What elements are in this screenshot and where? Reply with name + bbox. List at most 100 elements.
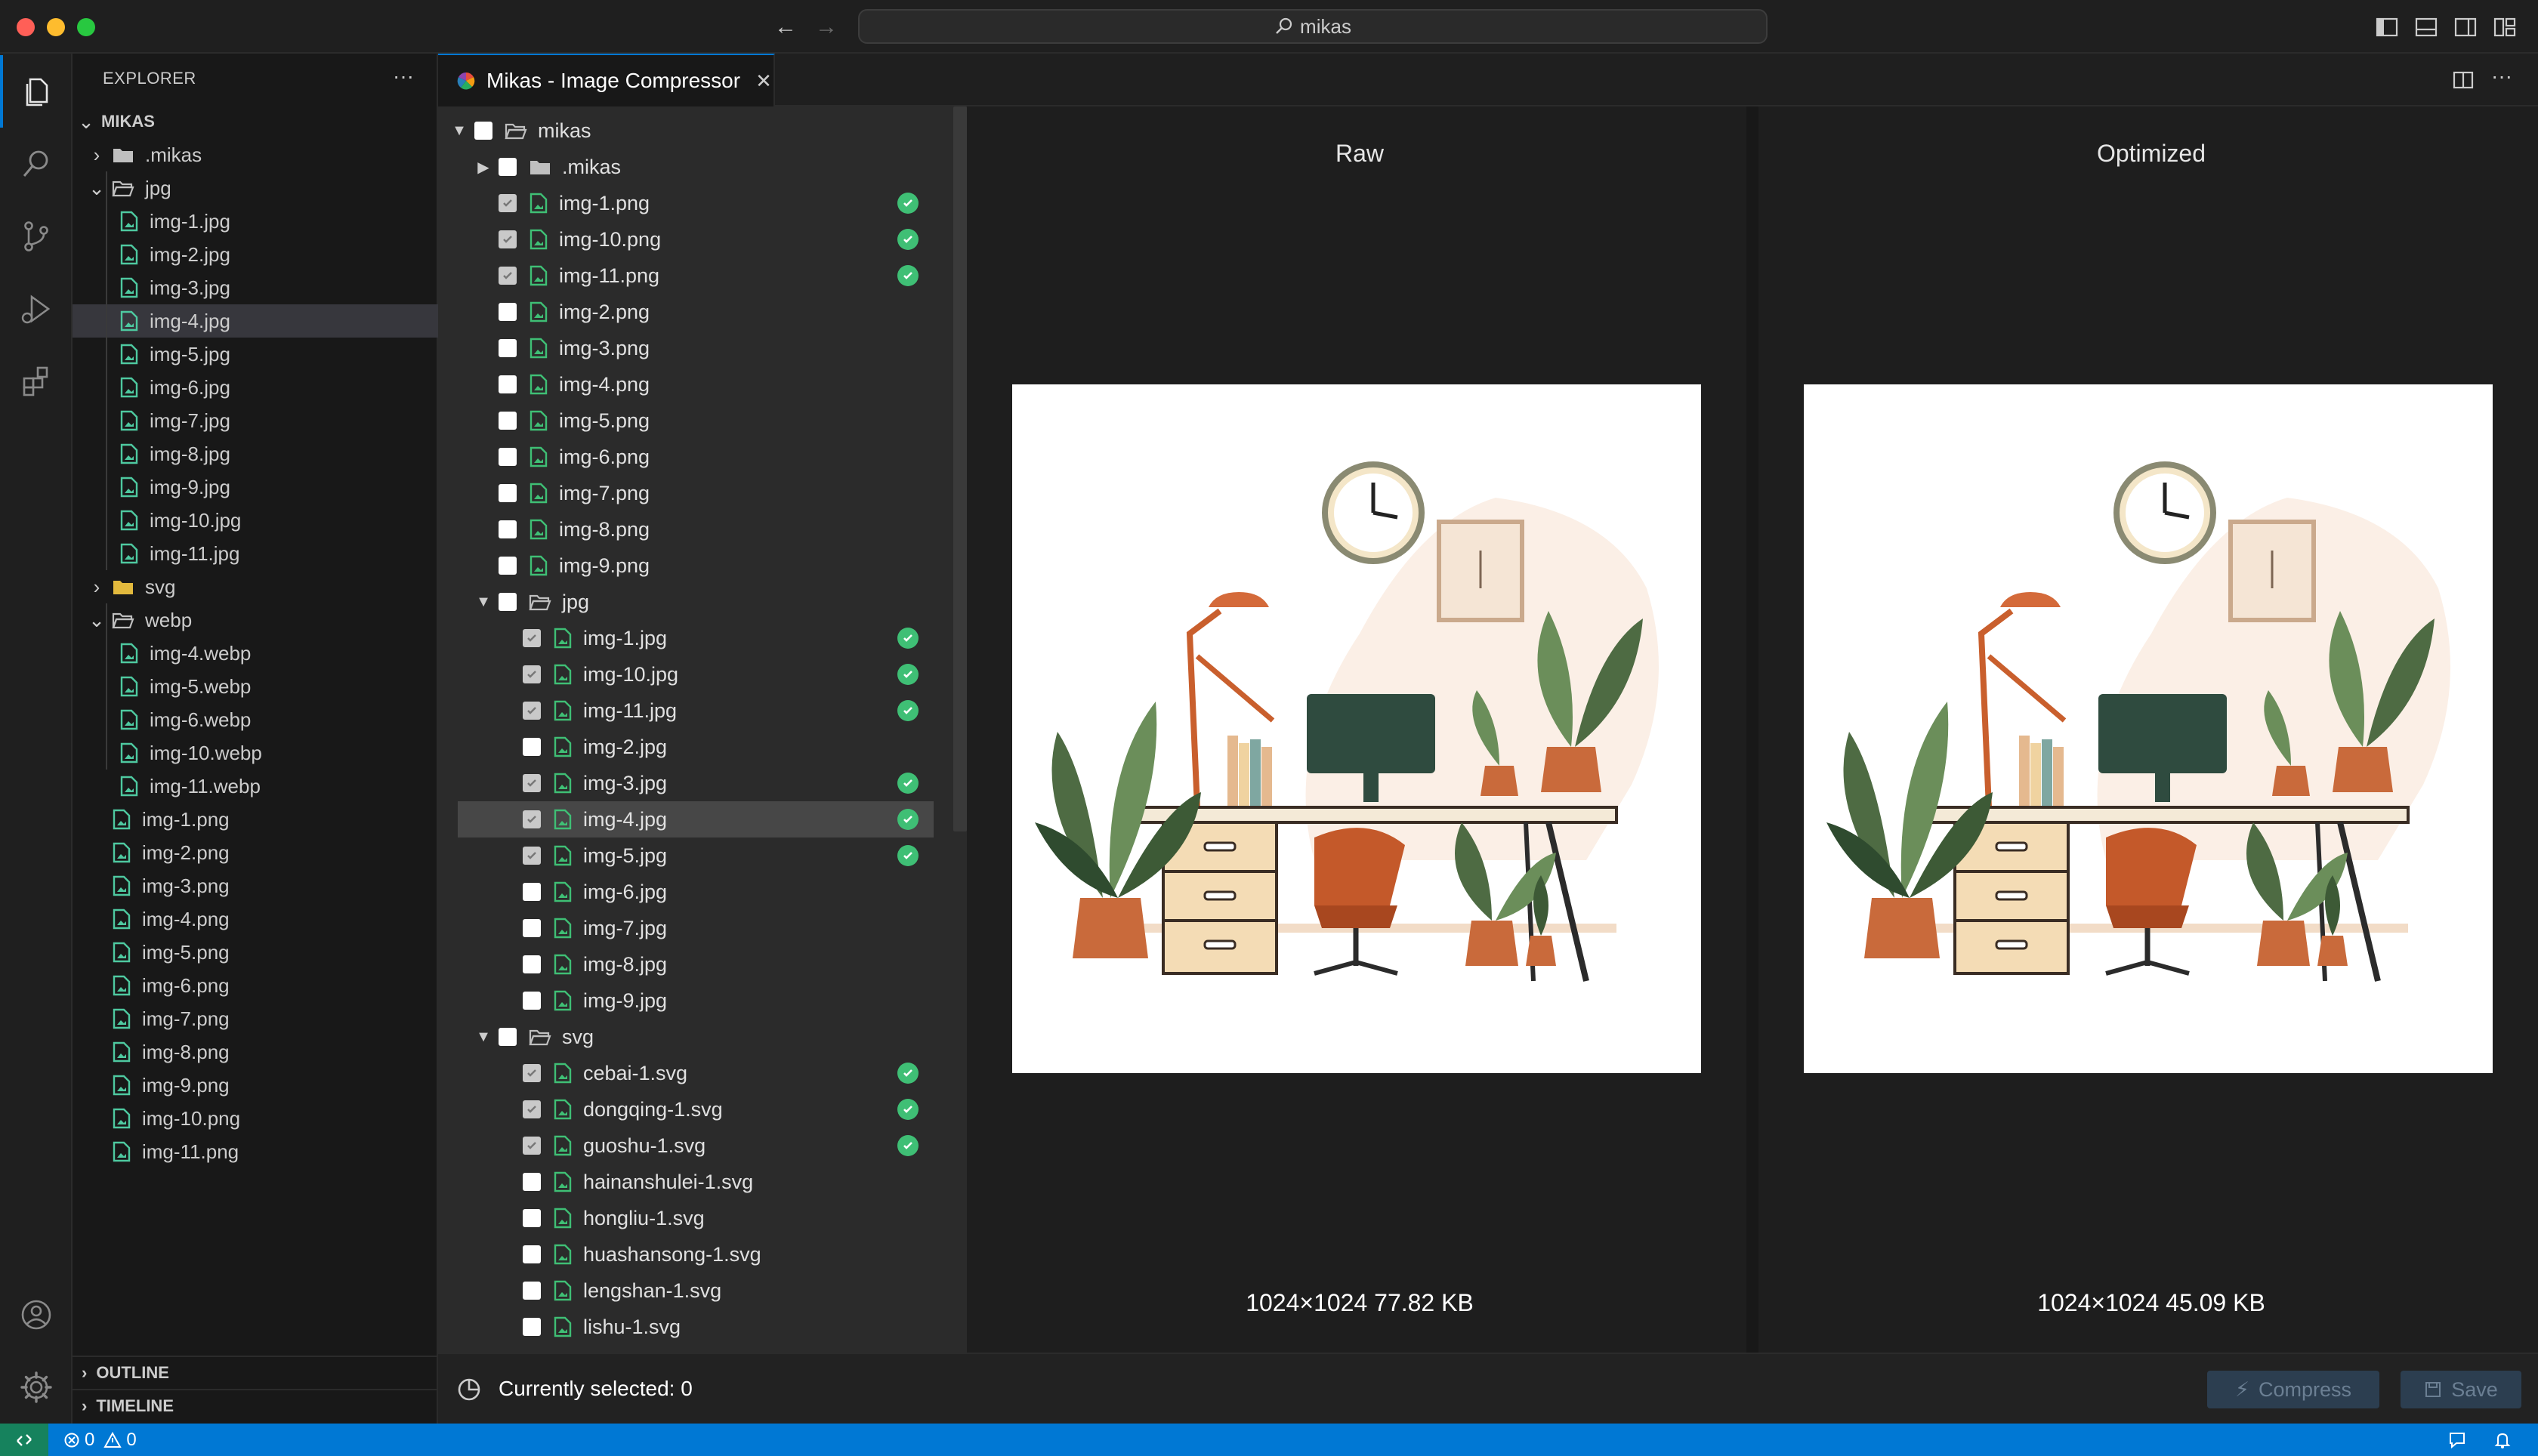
file-row[interactable]: img-11.jpg — [438, 693, 967, 729]
tree-item[interactable]: img-1.jpg — [73, 205, 438, 238]
file-row[interactable]: ▼ jpg — [438, 584, 967, 620]
tree-item[interactable]: img-5.png — [73, 936, 438, 969]
checkbox[interactable] — [523, 955, 541, 973]
accounts-activity[interactable] — [0, 1279, 73, 1351]
tree-item[interactable]: ⌄ webp — [73, 603, 438, 637]
checkbox[interactable] — [523, 1318, 541, 1336]
file-row[interactable]: hainanshulei-1.svg — [438, 1164, 967, 1200]
tree-item[interactable]: img-11.jpg — [73, 537, 438, 570]
forward-arrow-icon[interactable]: → — [813, 14, 840, 41]
file-row[interactable]: ▼ mikas — [438, 113, 967, 149]
tree-item[interactable]: › .mikas — [73, 138, 438, 171]
tree-item[interactable]: › svg — [73, 570, 438, 603]
tree-item[interactable]: img-5.webp — [73, 670, 438, 703]
checkbox[interactable] — [499, 412, 517, 430]
checkbox[interactable] — [499, 484, 517, 502]
file-row[interactable]: huashansong-1.svg — [438, 1236, 967, 1272]
file-row[interactable]: img-8.png — [438, 511, 967, 548]
checkbox[interactable] — [499, 1028, 517, 1046]
checkbox[interactable] — [523, 1100, 541, 1118]
feedback-icon[interactable] — [2447, 1430, 2467, 1450]
editor-more-actions-icon[interactable]: ··· — [2491, 64, 2512, 88]
file-row[interactable]: img-3.jpg — [438, 765, 967, 801]
remote-indicator[interactable] — [0, 1424, 48, 1456]
checkbox[interactable] — [474, 122, 492, 140]
checkbox[interactable] — [499, 158, 517, 176]
toggle-secondary-sidebar-icon[interactable] — [2453, 15, 2478, 39]
customize-layout-icon[interactable] — [2493, 15, 2517, 39]
file-row[interactable]: dongqing-1.svg — [438, 1091, 967, 1127]
file-row[interactable]: img-11.png — [438, 258, 967, 294]
save-button[interactable]: Save — [2401, 1371, 2521, 1408]
checkbox[interactable] — [523, 919, 541, 937]
checkbox[interactable] — [523, 629, 541, 647]
tree-item[interactable]: img-4.webp — [73, 637, 438, 670]
manage-activity[interactable] — [0, 1351, 73, 1424]
checkbox[interactable] — [499, 448, 517, 466]
checkbox[interactable] — [523, 738, 541, 756]
run-debug-activity[interactable] — [0, 273, 73, 345]
tree-item[interactable]: img-8.jpg — [73, 437, 438, 470]
file-row[interactable]: ▶ .mikas — [438, 149, 967, 185]
tree-item[interactable]: img-1.png — [73, 803, 438, 836]
close-window-button[interactable] — [17, 18, 35, 36]
file-row[interactable]: img-10.jpg — [438, 656, 967, 693]
checkbox[interactable] — [523, 665, 541, 683]
tree-item[interactable]: img-4.jpg — [73, 304, 438, 338]
file-row[interactable]: cebai-1.svg — [438, 1055, 967, 1091]
checkbox[interactable] — [523, 1245, 541, 1263]
caret-right-icon[interactable]: ▶ — [473, 158, 494, 177]
notifications-bell-icon[interactable] — [2493, 1430, 2512, 1450]
tree-item[interactable]: img-4.png — [73, 902, 438, 936]
split-editor-icon[interactable] — [2452, 69, 2475, 91]
maximize-window-button[interactable] — [77, 18, 95, 36]
file-row[interactable]: hongliu-1.svg — [438, 1200, 967, 1236]
tab-image-compressor[interactable]: Mikas - Image Compressor ✕ — [438, 54, 775, 106]
file-row[interactable]: img-7.jpg — [438, 910, 967, 946]
more-actions-icon[interactable]: ··· — [393, 64, 414, 88]
tree-item[interactable]: img-10.png — [73, 1102, 438, 1135]
explorer-activity[interactable] — [0, 55, 73, 128]
file-row[interactable]: img-5.jpg — [438, 838, 967, 874]
tree-item[interactable]: img-6.png — [73, 969, 438, 1002]
checkbox[interactable] — [523, 774, 541, 792]
tree-item[interactable]: img-9.png — [73, 1069, 438, 1102]
file-row[interactable]: img-5.png — [438, 403, 967, 439]
file-row[interactable]: img-6.jpg — [438, 874, 967, 910]
checkbox[interactable] — [523, 1137, 541, 1155]
checkbox[interactable] — [523, 883, 541, 901]
source-control-activity[interactable] — [0, 200, 73, 273]
file-row[interactable]: img-4.png — [438, 366, 967, 403]
checkbox[interactable] — [523, 1282, 541, 1300]
command-center-search[interactable]: mikas — [858, 9, 1768, 44]
checkbox[interactable] — [499, 520, 517, 538]
file-row[interactable]: guoshu-1.svg — [438, 1127, 967, 1164]
tree-item[interactable]: img-10.jpg — [73, 504, 438, 537]
toggle-primary-sidebar-icon[interactable] — [2375, 15, 2399, 39]
checkbox[interactable] — [499, 194, 517, 212]
search-activity[interactable] — [0, 128, 73, 200]
file-row[interactable]: img-9.jpg — [438, 982, 967, 1019]
tree-item[interactable]: img-8.png — [73, 1035, 438, 1069]
close-tab-icon[interactable]: ✕ — [755, 69, 772, 93]
file-row[interactable]: img-1.jpg — [438, 620, 967, 656]
tree-item[interactable]: img-3.jpg — [73, 271, 438, 304]
outline-section[interactable]: › OUTLINE — [73, 1356, 438, 1389]
file-row[interactable]: ▼ svg — [438, 1019, 967, 1055]
tree-item[interactable]: img-6.jpg — [73, 371, 438, 404]
checkbox[interactable] — [523, 810, 541, 828]
checkbox[interactable] — [523, 992, 541, 1010]
file-row[interactable]: img-8.jpg — [438, 946, 967, 982]
file-row[interactable]: img-7.png — [438, 475, 967, 511]
tree-item[interactable]: img-11.png — [73, 1135, 438, 1168]
tree-item[interactable]: img-6.webp — [73, 703, 438, 736]
file-row[interactable]: lishu-1.svg — [438, 1309, 967, 1345]
tree-item[interactable]: img-5.jpg — [73, 338, 438, 371]
checkbox[interactable] — [499, 267, 517, 285]
file-row[interactable]: img-2.jpg — [438, 729, 967, 765]
toggle-panel-icon[interactable] — [2414, 15, 2438, 39]
checkbox[interactable] — [499, 339, 517, 357]
caret-down-icon[interactable]: ▼ — [449, 122, 470, 140]
explorer-root[interactable]: ⌄ MIKAS — [73, 105, 438, 138]
tree-item[interactable]: img-7.jpg — [73, 404, 438, 437]
